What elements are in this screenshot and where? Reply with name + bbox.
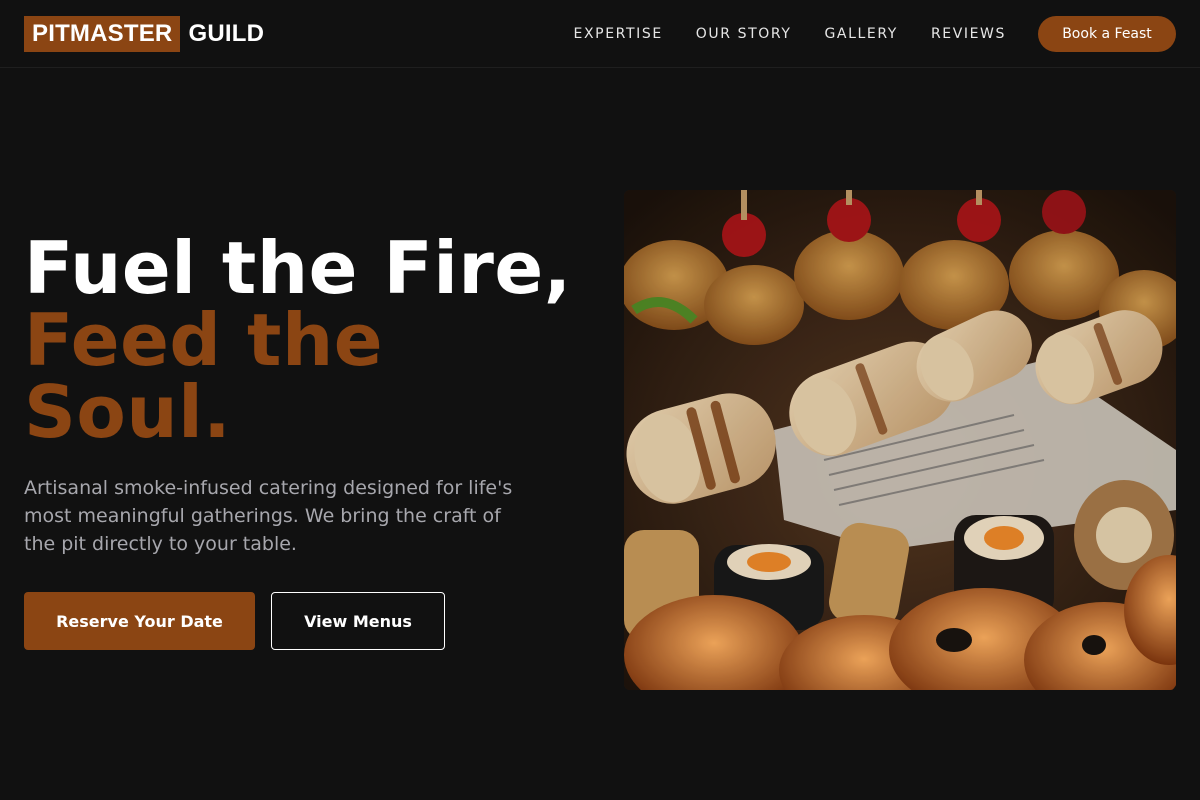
book-feast-button[interactable]: Book a Feast <box>1038 15 1176 52</box>
nav-link-our-story[interactable]: OUR STORY <box>696 26 792 42</box>
hero-subtitle: Artisanal smoke-infused catering designe… <box>24 477 513 555</box>
nav-link-expertise[interactable]: EXPERTISE <box>574 26 663 42</box>
view-menus-button[interactable]: View Menus <box>271 592 445 650</box>
reserve-date-button[interactable]: Reserve Your Date <box>24 592 255 650</box>
nav-link-gallery[interactable]: GALLERY <box>824 26 897 42</box>
site-header: PITMASTER GUILD EXPERTISE OUR STORY GALL… <box>0 0 1200 68</box>
brand-logo[interactable]: PITMASTER GUILD <box>24 15 265 52</box>
logo-highlight: PITMASTER <box>24 15 181 52</box>
hero-headline: Fuel the Fire, Feed the Soul. <box>24 232 584 448</box>
hero-section: Fuel the Fire, Feed the Soul. Artisanal … <box>24 232 584 650</box>
logo-text: GUILD <box>188 19 265 47</box>
headline-line-1: Fuel the Fire, <box>24 226 572 310</box>
main-nav: EXPERTISE OUR STORY GALLERY REVIEWS Book… <box>574 15 1176 52</box>
hero-buttons: Reserve Your Date View Menus <box>24 592 584 650</box>
food-platter-illustration <box>624 190 1176 690</box>
headline-line-2: Feed the Soul. <box>24 298 384 454</box>
hero-food-image <box>624 190 1176 690</box>
nav-link-reviews[interactable]: REVIEWS <box>931 26 1006 42</box>
